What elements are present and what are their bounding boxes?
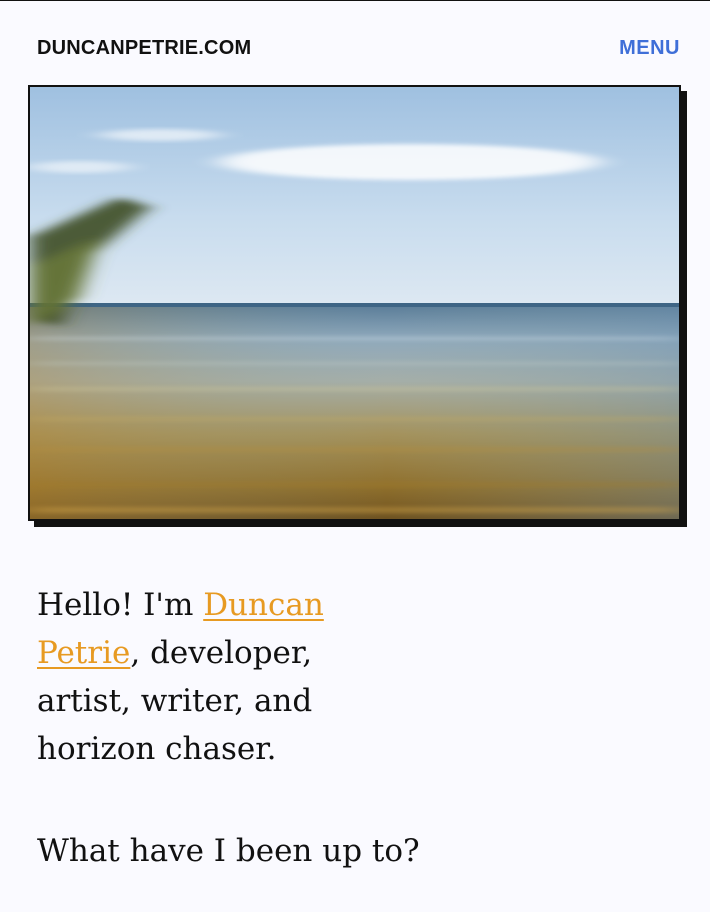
intro-paragraph: Hello! I'm Duncan Petrie, developer, art… [37,581,357,773]
menu-button[interactable]: MENU [619,36,680,60]
hero-image [28,85,681,521]
hero-seascape-image [30,87,679,519]
site-title-link[interactable]: DUNCANPETRIE.COM [37,36,251,60]
section-heading: What have I been up to? [37,833,420,869]
intro-greeting: Hello! I'm [37,587,204,623]
site-header: DUNCANPETRIE.COM MENU [0,1,710,85]
